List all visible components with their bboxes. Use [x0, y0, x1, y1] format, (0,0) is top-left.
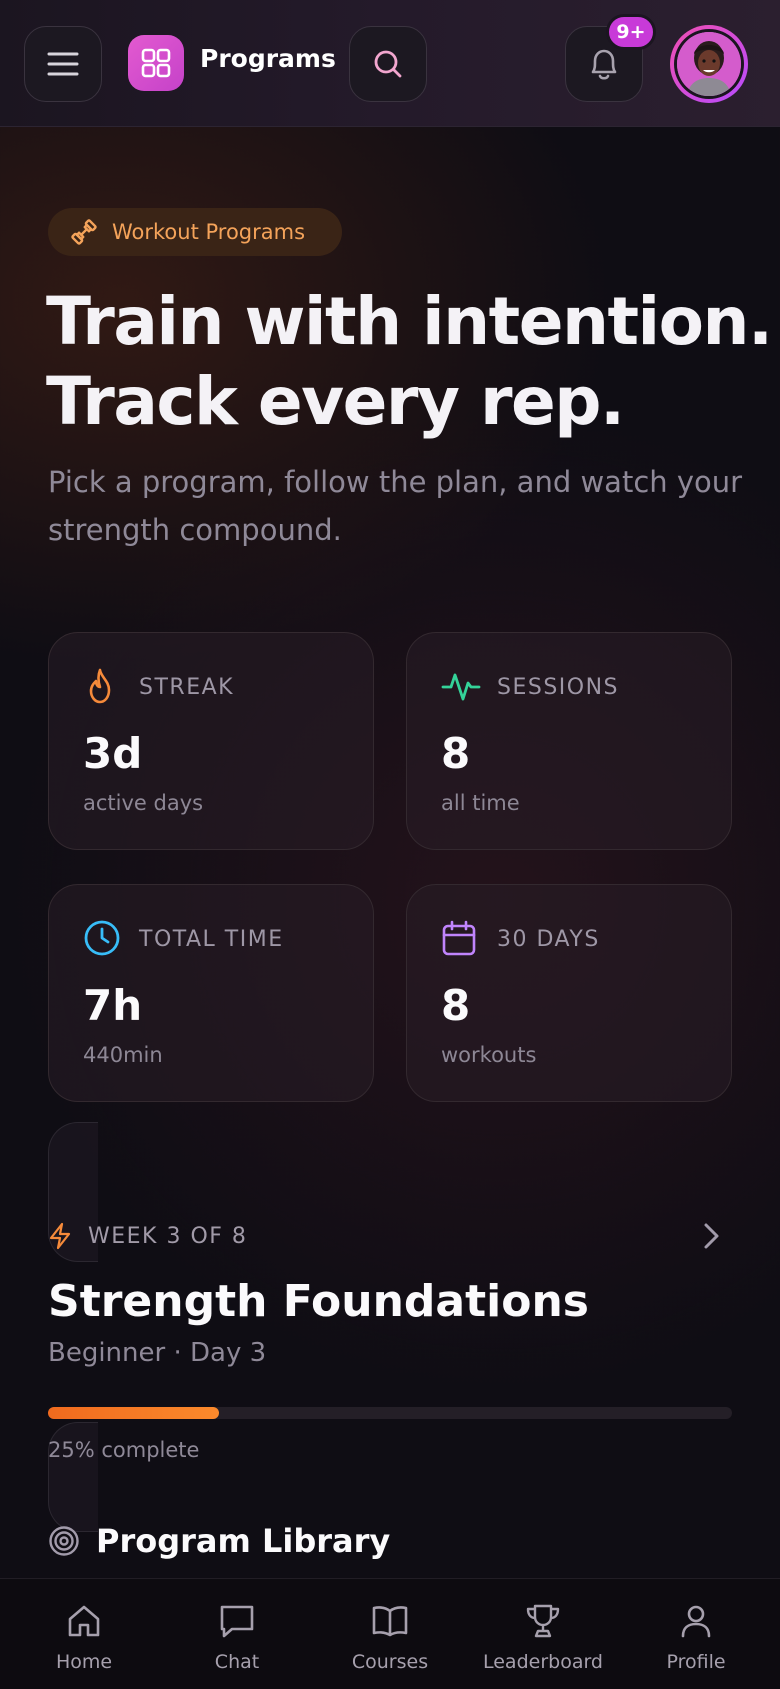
avatar[interactable]	[670, 25, 748, 103]
book-icon	[372, 1606, 408, 1637]
top-header: Programs 9+	[0, 0, 780, 127]
hero-subtitle: Pick a program, follow the plan, and wat…	[48, 465, 743, 547]
search-button[interactable]	[349, 26, 427, 102]
program-week-label: WEEK 3 OF 8	[88, 1223, 248, 1249]
library-heading: Program Library	[48, 1522, 390, 1560]
target-icon	[49, 1526, 79, 1556]
bottom-nav: Home Chat Courses Leaderboard Profile	[0, 1578, 780, 1689]
stat-value: 8	[441, 981, 471, 1030]
nav-label: Leaderboard	[482, 1651, 603, 1673]
program-week-row: WEEK 3 OF 8	[48, 1222, 247, 1250]
nav-courses[interactable]: Courses	[312, 1579, 468, 1689]
profile-icon	[681, 1605, 711, 1638]
section-tag: Workout Programs	[48, 208, 342, 256]
nav-label: Courses	[351, 1651, 429, 1673]
stat-value: 7h	[83, 981, 143, 1030]
stat-sublabel: 440min	[83, 1043, 163, 1067]
grid-icon	[141, 48, 171, 78]
avatar-portrait-icon	[677, 32, 741, 96]
stat-sublabel: all time	[441, 791, 520, 815]
stat-label: TOTAL TIME	[139, 927, 284, 952]
stat-sublabel: active days	[83, 791, 204, 815]
search-icon	[374, 50, 402, 78]
home-icon	[68, 1605, 100, 1637]
hamburger-icon	[47, 52, 79, 76]
stat-label: SESSIONS	[497, 675, 620, 700]
stat-sublabel: workouts	[441, 1043, 537, 1067]
chat-icon	[220, 1605, 254, 1638]
stat-card-sessions: SESSIONS 8 all time	[406, 632, 732, 850]
activity-icon	[441, 673, 481, 701]
hero-title: Train with intention. Track every rep.	[46, 282, 773, 442]
stat-label: 30 DAYS	[497, 927, 600, 952]
hero-title-line-1: Train with intention.	[46, 283, 773, 360]
menu-button[interactable]	[24, 26, 102, 102]
nav-label: Chat	[214, 1651, 260, 1673]
bell-icon	[591, 49, 617, 80]
stat-label: STREAK	[139, 675, 235, 700]
library-title: Program Library	[96, 1522, 391, 1560]
clock-icon	[84, 920, 120, 956]
nav-profile[interactable]: Profile	[618, 1579, 774, 1689]
nav-label: Profile	[666, 1651, 726, 1673]
program-meta: Beginner · Day 3	[48, 1338, 267, 1368]
flame-icon	[89, 668, 111, 704]
nav-leaderboard[interactable]: Leaderboard	[465, 1579, 621, 1689]
stat-card-total-time: TOTAL TIME 7h 440min	[48, 884, 374, 1102]
program-progress-bar	[48, 1407, 732, 1419]
nav-chat[interactable]: Chat	[159, 1579, 315, 1689]
programs-app-icon	[128, 35, 184, 91]
program-progress-label: 25% complete	[48, 1438, 200, 1462]
notification-badge: 9+	[606, 14, 656, 50]
stat-card-streak: STREAK 3d active days	[48, 632, 374, 850]
program-progress-fill	[48, 1407, 219, 1419]
section-tag-label: Workout Programs	[112, 220, 306, 244]
page-title: Programs	[200, 44, 336, 73]
program-title[interactable]: Strength Foundations	[48, 1276, 589, 1327]
stat-card-30-days: 30 DAYS 8 workouts	[406, 884, 732, 1102]
chevron-right-icon[interactable]	[698, 1220, 724, 1252]
dumbbell-icon	[71, 219, 97, 245]
stat-value: 3d	[83, 729, 143, 778]
bolt-icon	[49, 1222, 71, 1250]
hero-title-line-2: Track every rep.	[46, 363, 625, 440]
trophy-icon	[526, 1604, 560, 1638]
nav-home[interactable]: Home	[6, 1579, 162, 1689]
nav-label: Home	[55, 1651, 113, 1673]
calendar-icon	[442, 920, 476, 956]
stat-value: 8	[441, 729, 471, 778]
